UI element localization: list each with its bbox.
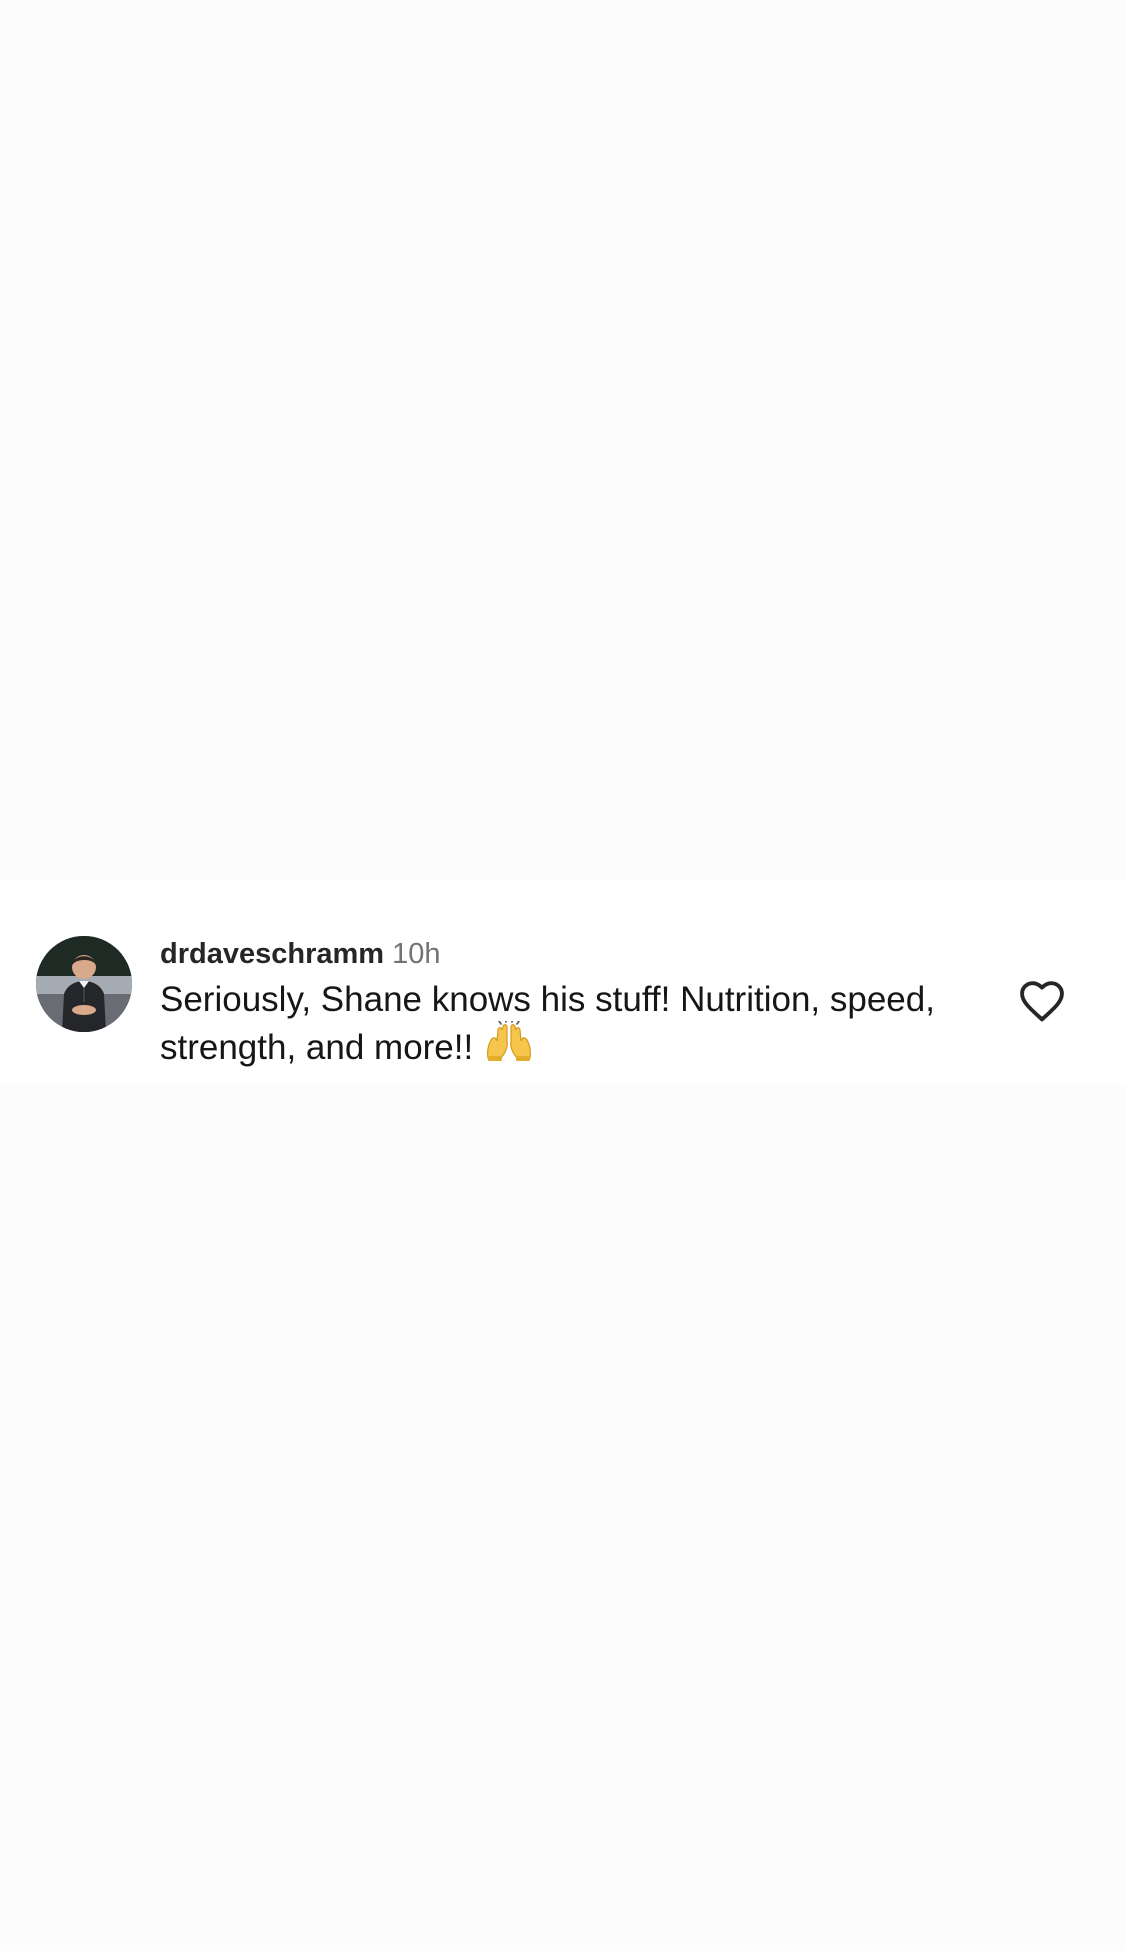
- comment-row: drdaveschramm 10h Seriously, Shane knows …: [0, 880, 1125, 1085]
- timestamp: 10h: [392, 938, 441, 970]
- heart-outline-icon: [1020, 981, 1064, 1022]
- like-button[interactable]: [1016, 975, 1068, 1027]
- raising-hands-emoji-icon: [483, 1021, 535, 1065]
- comment-body: Seriously, Shane knows his stuff! Nutrit…: [160, 980, 935, 1067]
- comment-meta: drdaveschramm 10h: [160, 936, 440, 972]
- avatar[interactable]: [36, 936, 132, 1032]
- username[interactable]: drdaveschramm: [160, 938, 384, 970]
- comment-text-block: Seriously, Shane knows his stuff! Nutrit…: [160, 978, 940, 1069]
